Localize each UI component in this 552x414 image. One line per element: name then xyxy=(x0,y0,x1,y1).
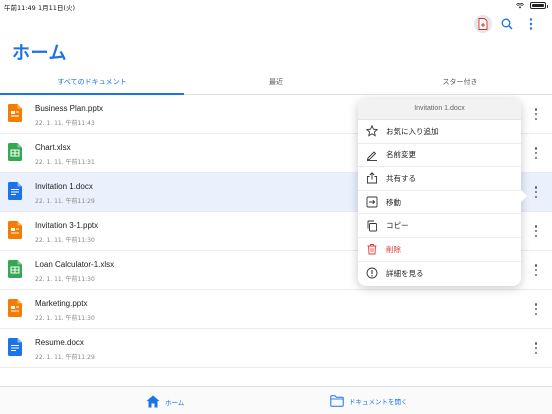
search-icon xyxy=(501,18,513,30)
file-modified-date: 22. 1. 11. 午前11:30 xyxy=(35,315,95,322)
menu-item-label: 共有する xyxy=(386,173,416,183)
home-icon xyxy=(146,395,160,408)
search-button[interactable] xyxy=(498,15,516,33)
status-indicators xyxy=(516,2,548,9)
menu-item-label: 移動 xyxy=(386,197,401,207)
pptx-file-icon xyxy=(8,221,22,239)
pptx-file-icon xyxy=(8,104,22,122)
docx-file-icon xyxy=(8,338,22,356)
menu-item-delete[interactable]: 削除 xyxy=(358,238,521,262)
menu-item-move[interactable]: 移動 xyxy=(358,191,521,215)
bottom-tab-home[interactable]: ホーム xyxy=(146,395,184,408)
menu-item-rename[interactable]: 名前変更 xyxy=(358,144,521,168)
rename-icon xyxy=(366,151,377,161)
share-icon xyxy=(367,172,377,184)
file-modified-date: 22. 1. 11. 午前11:31 xyxy=(35,159,95,166)
tab-recent[interactable]: 最近 xyxy=(184,71,368,94)
more-options-button[interactable] xyxy=(522,15,540,33)
file-more-button[interactable] xyxy=(532,263,540,277)
file-more-button[interactable] xyxy=(532,107,540,121)
menu-item-add-favorite[interactable]: お気に入り追加 xyxy=(358,120,521,144)
menu-item-label: 詳細を見る xyxy=(386,268,424,278)
context-menu-title: Invitation 1.docx xyxy=(358,99,521,120)
page-title: ホーム xyxy=(12,43,67,64)
trash-icon xyxy=(367,244,377,255)
file-name: Chart.xlsx xyxy=(35,143,71,152)
bottom-tab-open-document[interactable]: ドキュメントを開く xyxy=(330,395,408,407)
menu-item-copy[interactable]: コピー xyxy=(358,214,521,238)
file-name: Invitation 1.docx xyxy=(35,182,93,191)
menu-item-label: 削除 xyxy=(386,244,401,254)
more-vertical-icon xyxy=(529,18,533,30)
menu-item-details[interactable]: 詳細を見る xyxy=(358,262,521,286)
file-name: Marketing.pptx xyxy=(35,299,88,308)
status-date: 1月11日(火) xyxy=(38,4,75,12)
tab-all-documents[interactable]: すべてのドキュメント xyxy=(0,71,184,95)
copy-icon xyxy=(367,220,377,232)
menu-item-label: コピー xyxy=(386,221,409,231)
pptx-file-icon xyxy=(8,299,22,317)
file-modified-date: 22. 1. 11. 午前11:29 xyxy=(35,354,95,361)
file-name: Loan Calculator-1.xlsx xyxy=(35,260,115,269)
file-more-button[interactable] xyxy=(532,302,540,316)
menu-item-label: 名前変更 xyxy=(386,150,416,160)
file-context-menu: Invitation 1.docx お気に入り追加 名前変更 共有する 移動 コ… xyxy=(358,99,527,286)
wifi-icon xyxy=(516,2,524,8)
file-row[interactable]: Marketing.pptx 22. 1. 11. 午前11:30 xyxy=(0,290,552,329)
file-name: Invitation 3-1.pptx xyxy=(35,221,99,230)
menu-item-share[interactable]: 共有する xyxy=(358,167,521,191)
file-more-button[interactable] xyxy=(532,185,540,199)
file-more-button[interactable] xyxy=(532,341,540,355)
bottom-tab-open-label: ドキュメントを開く xyxy=(349,398,408,406)
document-tabs: すべてのドキュメント 最近 スター付き xyxy=(0,71,552,95)
file-name: Business Plan.pptx xyxy=(35,104,104,113)
file-modified-date: 22. 1. 11. 午前11:30 xyxy=(35,276,95,283)
file-name: Resume.docx xyxy=(35,338,84,347)
docx-file-icon xyxy=(8,182,22,200)
file-modified-date: 22. 1. 11. 午前11:29 xyxy=(35,198,95,205)
bottom-navigation: ホーム ドキュメントを開く xyxy=(0,386,552,414)
xlsx-file-icon xyxy=(8,260,22,278)
file-modified-date: 22. 1. 11. 午前11:43 xyxy=(35,120,95,127)
status-bar: 午前11:49 1月11日(火) xyxy=(0,0,552,12)
battery-icon xyxy=(530,2,548,9)
folder-icon xyxy=(330,395,344,407)
info-icon xyxy=(366,267,378,279)
file-more-button[interactable] xyxy=(532,224,540,238)
menu-item-label: お気に入り追加 xyxy=(386,126,439,136)
file-row[interactable]: Resume.docx 22. 1. 11. 午前11:29 xyxy=(0,329,552,368)
file-more-button[interactable] xyxy=(532,146,540,160)
tab-starred[interactable]: スター付き xyxy=(368,71,552,94)
status-time: 午前11:49 xyxy=(4,4,36,12)
move-icon xyxy=(366,196,378,208)
star-icon xyxy=(366,125,378,137)
file-modified-date: 22. 1. 11. 午前11:30 xyxy=(35,237,95,244)
new-document-button[interactable] xyxy=(474,15,492,33)
bottom-tab-home-label: ホーム xyxy=(165,398,185,407)
new-document-icon xyxy=(478,18,488,30)
xlsx-file-icon xyxy=(8,143,22,161)
top-toolbar xyxy=(474,15,540,33)
